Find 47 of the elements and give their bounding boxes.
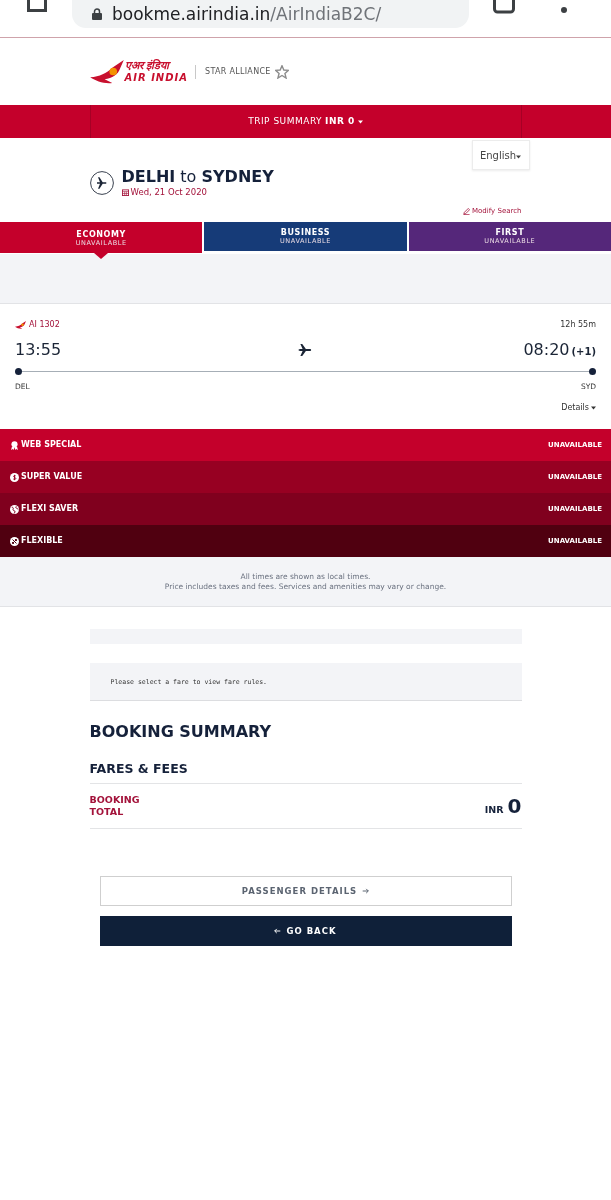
- dollar-coin-icon: [10, 472, 19, 482]
- award-icon: [10, 440, 19, 450]
- airplane-icon: [89, 170, 114, 195]
- trip-summary-button[interactable]: TRIP SUMMARY INR 0: [248, 114, 363, 129]
- flight-number: AI 1302: [29, 319, 60, 331]
- language-dropdown[interactable]: English: [471, 140, 530, 170]
- brand-name: AIR INDIA: [124, 71, 188, 84]
- currency-code: INR: [484, 802, 504, 817]
- departure-time: 13:55: [15, 340, 62, 360]
- booking-total-label: BOOKING TOTAL: [89, 794, 141, 818]
- caret-icon: [591, 406, 596, 410]
- address-bar[interactable]: bookme.airindia.in/AirIndiaB2C/: [72, 0, 469, 28]
- booking-summary-title: BOOKING SUMMARY: [89, 722, 273, 742]
- arrow-right-icon: [362, 888, 370, 894]
- origin-dot-icon: [15, 368, 22, 375]
- square-outline-icon[interactable]: [26, 0, 48, 12]
- brand-hindi-name: एअर इंडिया: [124, 59, 172, 72]
- bird-logo-icon: [15, 321, 26, 329]
- tab-pointer-icon: [94, 253, 109, 259]
- booking-total-amount: 0: [507, 794, 522, 817]
- airplane-icon: [298, 344, 313, 356]
- day-offset: (+1): [571, 345, 596, 359]
- calendar-icon: [121, 188, 129, 196]
- caret-icon: [357, 119, 363, 124]
- tab-switcher-icon[interactable]: [493, 0, 515, 14]
- fare-name: WEB SPECIAL: [21, 439, 82, 451]
- lock-icon: [92, 8, 102, 20]
- passenger-details-button[interactable]: PASSENGER DETAILS: [99, 876, 512, 906]
- fares-fees-heading: FARES & FEES: [89, 761, 188, 776]
- destination-dot-icon: [589, 368, 596, 375]
- globe-icon: [10, 504, 19, 514]
- alliance-name: STAR ALLIANCE: [205, 65, 271, 78]
- route-title: DELHI to SYDNEY: [121, 168, 274, 186]
- go-back-button[interactable]: GO BACK: [99, 916, 512, 946]
- flight-duration: 12h 55m: [560, 319, 596, 331]
- fare-name: FLEXI SAVER: [21, 503, 79, 515]
- arrow-left-icon: [274, 928, 282, 934]
- travel-date: Wed, 21 Oct 2020: [130, 187, 207, 197]
- bird-logo-icon: [89, 59, 124, 84]
- fare-name: SUPER VALUE: [21, 471, 83, 483]
- star-icon: [274, 64, 289, 79]
- caret-icon: [516, 154, 522, 159]
- arrival-time: 08:20: [523, 340, 570, 360]
- details-link[interactable]: Details: [561, 403, 596, 413]
- crossed-arrows-icon: [10, 536, 19, 546]
- pencil-icon: [463, 208, 471, 215]
- fare-name: FLEXIBLE: [21, 535, 63, 547]
